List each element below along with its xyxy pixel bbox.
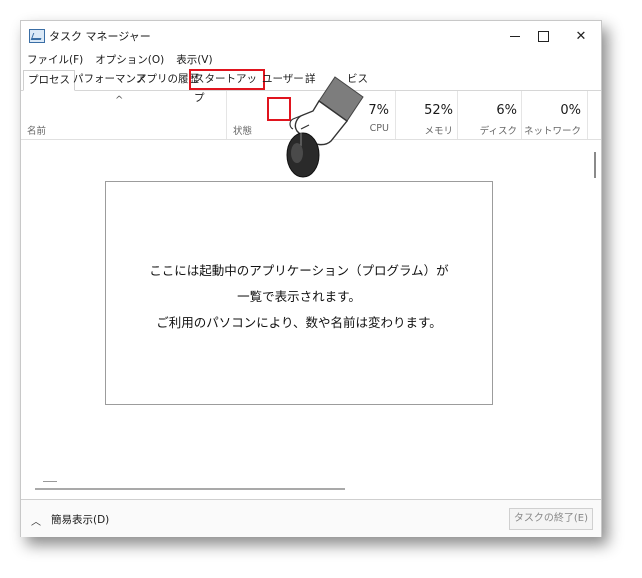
maximize-button[interactable] [525, 25, 561, 47]
minimize-icon [510, 35, 520, 37]
info-callout: ここには起動中のアプリケーション（プログラム）が 一覧で表示されます。 ご利用の… [105, 181, 493, 405]
column-divider [587, 91, 588, 139]
column-divider [226, 91, 227, 139]
window-title: タスク マネージャー [49, 30, 151, 43]
column-network[interactable]: ネットワーク [521, 123, 581, 137]
row-marker [43, 481, 57, 482]
menu-view[interactable]: 表示(V) [170, 51, 218, 69]
hand-mouse-cursor-icon [286, 76, 364, 178]
column-memory[interactable]: メモリ [401, 123, 453, 137]
tab-startup[interactable]: スタートアップ [189, 69, 265, 104]
network-percent: 0% [560, 103, 581, 118]
tab-processes[interactable]: プロセス [23, 70, 75, 91]
maximize-icon [537, 30, 549, 42]
fewer-details-button[interactable]: 簡易表示(D) [51, 512, 109, 527]
info-line: ご利用のパソコンにより、数や名前は変わります。 [156, 315, 442, 330]
sort-up-icon: ^ [115, 95, 124, 106]
menu-options[interactable]: オプション(O) [89, 51, 170, 69]
tab-label: プロセス [28, 74, 70, 86]
title-bar: タスク マネージャー ✕ [21, 21, 601, 51]
info-text: ここには起動中のアプリケーション（プログラム）が 一覧で表示されます。 ご利用の… [106, 258, 492, 336]
column-status[interactable]: 状態 [233, 123, 252, 137]
task-manager-icon [29, 29, 45, 43]
column-name[interactable]: 名前 [27, 123, 46, 137]
chevron-up-icon[interactable]: ︿ [31, 513, 41, 528]
menu-file[interactable]: ファイル(F) [21, 51, 89, 69]
memory-percent: 52% [424, 103, 453, 118]
end-task-button[interactable]: タスクの終了(E) [508, 508, 593, 530]
vertical-scrollbar[interactable] [591, 140, 601, 485]
footer-bar: ︿ 簡易表示(D) タスクの終了(E) [21, 499, 601, 537]
close-icon: ✕ [575, 28, 587, 44]
vertical-scroll-thumb[interactable] [594, 152, 596, 178]
task-manager-window: タスク マネージャー ✕ ファイル(F) オプション(O) 表示(V) プロセス… [20, 20, 602, 537]
info-line: ここには起動中のアプリケーション（プログラム）が [149, 263, 449, 278]
info-line: 一覧で表示されます。 [237, 289, 361, 304]
column-disk[interactable]: ディスク [461, 123, 517, 137]
menu-bar: ファイル(F) オプション(O) 表示(V) [21, 51, 219, 69]
column-divider [457, 91, 458, 139]
horizontal-scrollbar[interactable] [35, 488, 345, 490]
disk-percent: 6% [496, 103, 517, 118]
close-button[interactable]: ✕ [563, 25, 599, 47]
column-divider [395, 91, 396, 139]
